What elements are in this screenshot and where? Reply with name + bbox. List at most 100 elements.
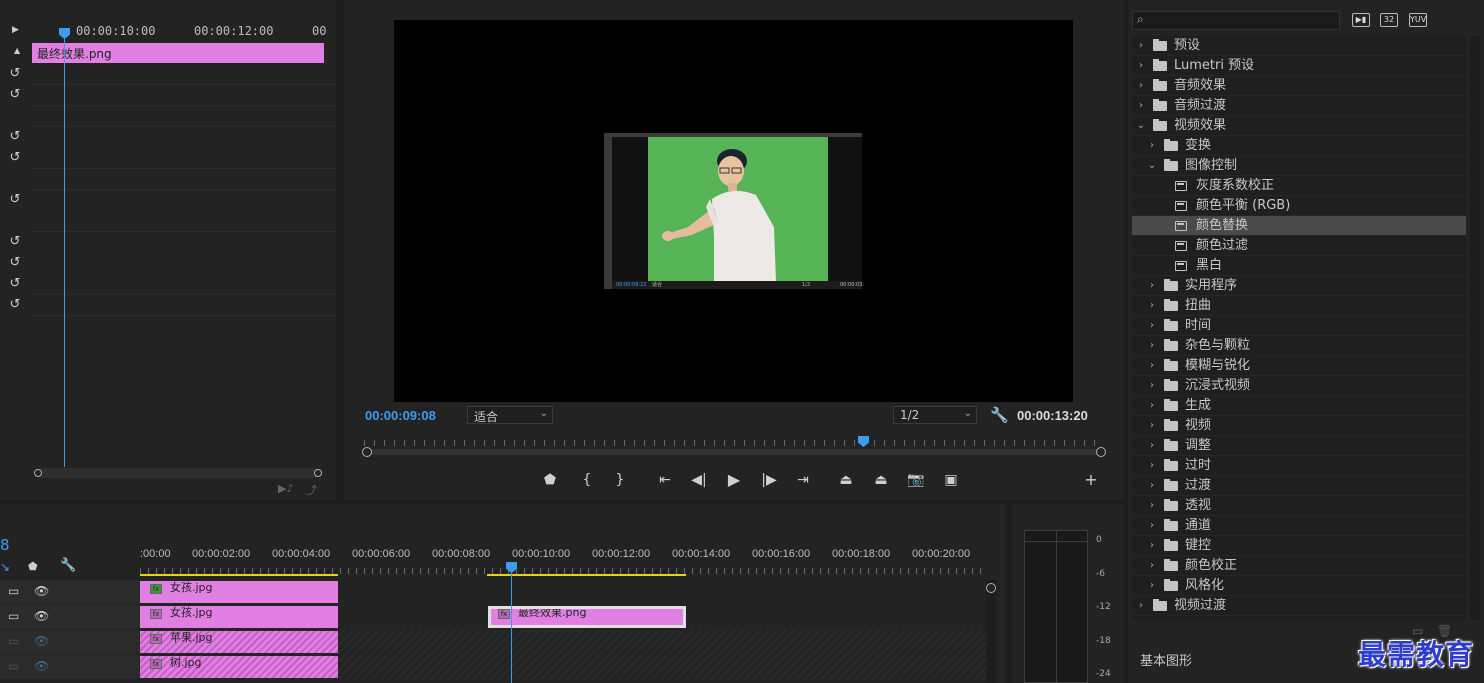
effect-folder[interactable]: › 调整 (1132, 436, 1466, 456)
film-icon[interactable]: ▭ (8, 584, 19, 598)
chevron-right-icon[interactable]: › (1147, 576, 1157, 596)
wrench-icon[interactable]: 🔧 (60, 558, 76, 573)
snap-icon[interactable]: ↘ (0, 560, 10, 574)
chevron-right-icon[interactable]: › (1136, 596, 1146, 616)
effect-folder[interactable]: › 变换 (1132, 136, 1466, 156)
chevron-right-icon[interactable]: › (1147, 296, 1157, 316)
timeline-clip[interactable]: fx 苹果.jpg (140, 631, 338, 653)
effect-folder[interactable]: › 通道 (1132, 516, 1466, 536)
effects-scrollbar[interactable] (1470, 36, 1480, 620)
step-back-icon[interactable]: ◀| (688, 470, 710, 490)
accelerated-effects-icon[interactable]: ▶▮ (1352, 13, 1370, 27)
program-video-frame[interactable]: 00:00:09:22 适合 1/2 00:00:03: (394, 20, 1073, 402)
expand-triangle-icon[interactable]: ▶ (12, 25, 19, 35)
add-marker-icon[interactable]: ⬟ (28, 560, 38, 573)
scrub-end-handle[interactable] (1096, 447, 1106, 457)
reset-icon[interactable]: ↺ (0, 189, 30, 210)
timeline-timecode[interactable]: 8 (0, 536, 10, 554)
film-icon[interactable]: ▭ (8, 659, 19, 673)
chevron-right-icon[interactable]: › (1147, 136, 1157, 156)
eye-icon[interactable]: 👁 (34, 659, 49, 673)
reset-icon[interactable]: ↺ (0, 147, 30, 168)
timeline-clip[interactable]: fx 女孩.jpg (140, 606, 338, 628)
chevron-right-icon[interactable]: › (1147, 536, 1157, 556)
resolution-dropdown[interactable]: 1/2 ⌄ (893, 406, 977, 424)
chevron-right-icon[interactable]: › (1147, 336, 1157, 356)
chevron-right-icon[interactable]: › (1147, 496, 1157, 516)
effect-folder[interactable]: › 过渡 (1132, 476, 1466, 496)
effect-controls-clip-bar[interactable]: 最终效果.png (32, 43, 324, 63)
effect-folder[interactable]: › 杂色与颗粒 (1132, 336, 1466, 356)
work-area-bar[interactable] (140, 574, 338, 576)
effect-folder[interactable]: › 过时 (1132, 456, 1466, 476)
chevron-right-icon[interactable]: › (1147, 396, 1157, 416)
horizontal-zoom-scrollbar[interactable] (34, 468, 322, 478)
effect-folder[interactable]: › 风格化 (1132, 576, 1466, 596)
eye-icon[interactable]: 👁 (34, 609, 49, 623)
timeline-vertical-scrollbar[interactable] (986, 580, 996, 683)
step-forward-icon[interactable]: |▶ (758, 470, 780, 490)
effect-folder[interactable]: › 键控 (1132, 536, 1466, 556)
track-lane[interactable]: fx 女孩.jpg (140, 580, 986, 604)
track-lane[interactable]: fx 苹果.jpg (140, 630, 986, 654)
film-icon[interactable]: ▭ (8, 609, 19, 623)
mark-out-icon[interactable]: } (609, 470, 631, 490)
effect-folder[interactable]: › 透视 (1132, 496, 1466, 516)
go-to-out-icon[interactable]: ⇥ (792, 470, 814, 490)
effect-folder[interactable]: › 模糊与锐化 (1132, 356, 1466, 376)
effect-folder[interactable]: ⌄ 视频效果 (1132, 116, 1466, 136)
32-bit-effects-icon[interactable]: 32 (1380, 13, 1398, 27)
effects-search-input[interactable]: ⌕ (1132, 11, 1340, 30)
chevron-right-icon[interactable]: › (1147, 276, 1157, 296)
chevron-right-icon[interactable]: › (1147, 456, 1157, 476)
timeline-ruler[interactable]: :00:00 00:00:02:00 00:00:04:00 00:00:06:00 0… (140, 544, 986, 574)
effect-folder[interactable]: › 音频效果 (1132, 76, 1466, 96)
export-frame-icon[interactable]: 📷 (905, 470, 927, 490)
chevron-right-icon[interactable]: › (1147, 516, 1157, 536)
reset-icon[interactable]: ↺ (0, 231, 30, 252)
chevron-right-icon[interactable]: › (1136, 96, 1146, 116)
reset-icon[interactable]: ↺ (0, 126, 30, 147)
mark-in-icon[interactable]: { (576, 470, 598, 490)
chevron-right-icon[interactable]: › (1147, 416, 1157, 436)
effect-item[interactable]: 灰度系数校正 (1132, 176, 1466, 196)
chevron-right-icon[interactable]: › (1147, 476, 1157, 496)
reset-icon[interactable]: ↺ (0, 84, 30, 105)
effect-folder[interactable]: › 实用程序 (1132, 276, 1466, 296)
extract-icon[interactable]: ⏏ (870, 470, 892, 490)
effect-folder[interactable]: › 音频过渡 (1132, 96, 1466, 116)
effect-item[interactable]: 黑白 (1132, 256, 1466, 276)
effect-folder[interactable]: › 扭曲 (1132, 296, 1466, 316)
effect-folder[interactable]: › 视频过渡 (1132, 596, 1466, 616)
comparison-view-icon[interactable]: ▣ (940, 470, 962, 490)
effect-folder[interactable]: › 预设 (1132, 36, 1466, 56)
fit-dropdown[interactable]: 适合 ⌄ (467, 406, 553, 424)
effect-folder[interactable]: › Lumetri 预设 (1132, 56, 1466, 76)
eye-icon[interactable]: 👁 (34, 634, 49, 648)
monitor-scrub-bar[interactable] (362, 436, 1106, 458)
current-timecode[interactable]: 00:00:09:08 (365, 408, 436, 423)
eye-icon[interactable]: 👁 (34, 584, 49, 598)
chevron-right-icon[interactable]: › (1147, 356, 1157, 376)
chevron-right-icon[interactable]: › (1147, 436, 1157, 456)
yuv-effects-icon[interactable]: YUV (1409, 13, 1427, 27)
add-button-icon[interactable]: + (1080, 470, 1102, 490)
chevron-right-icon[interactable]: › (1136, 56, 1146, 76)
timeline-clip[interactable]: fx 女孩.jpg (140, 581, 338, 603)
lift-icon[interactable]: ⏏ (835, 470, 857, 490)
go-to-in-icon[interactable]: ⇤ (654, 470, 676, 490)
chevron-down-icon[interactable]: ⌄ (1147, 156, 1157, 176)
effect-item[interactable]: 颜色替换 (1132, 216, 1466, 236)
work-area-bar[interactable] (487, 574, 686, 576)
timeline-clip[interactable]: fx 树.jpg (140, 656, 338, 678)
effect-folder[interactable]: › 时间 (1132, 316, 1466, 336)
add-marker-icon[interactable]: ⬟ (539, 470, 561, 490)
scrub-start-handle[interactable] (362, 447, 372, 457)
effect-item[interactable]: 颜色平衡 (RGB) (1132, 196, 1466, 216)
effect-folder[interactable]: ⌄ 图像控制 (1132, 156, 1466, 176)
chevron-right-icon[interactable]: › (1147, 376, 1157, 396)
effect-folder[interactable]: › 颜色校正 (1132, 556, 1466, 576)
track-lane[interactable]: fx 女孩.jpg fx 最终效果.png (140, 605, 986, 629)
track-lane[interactable]: fx 树.jpg (140, 655, 986, 679)
chevron-right-icon[interactable]: › (1136, 76, 1146, 96)
